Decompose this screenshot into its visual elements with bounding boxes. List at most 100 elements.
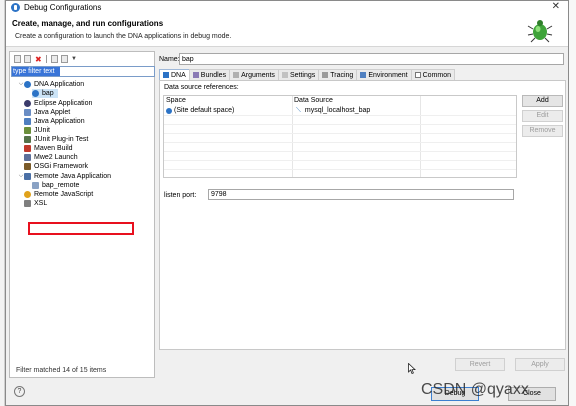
bundles-tab-icon xyxy=(192,72,199,78)
tree-item-java-application[interactable]: Java Application xyxy=(24,117,85,126)
dialog-footer: ? Debug Close xyxy=(6,380,568,405)
arguments-tab-icon xyxy=(233,72,240,78)
filter-icon[interactable] xyxy=(61,55,68,63)
table-row[interactable]: ⟍ mysql_localhost_bap xyxy=(292,106,420,115)
tab-label: Common xyxy=(422,71,452,79)
tree-item-label: OSGi Framework xyxy=(34,163,89,170)
close-button[interactable]: Close xyxy=(508,387,556,401)
debug-button[interactable]: Debug xyxy=(431,387,479,401)
highlight-annotation-box xyxy=(28,222,134,235)
tab-arguments[interactable]: Arguments xyxy=(229,69,279,80)
listen-port-input[interactable] xyxy=(208,189,514,200)
tree-item-label: JUnit xyxy=(34,127,50,134)
tab-label: Environment xyxy=(368,71,408,79)
tree-item-remote-java-application[interactable]: ⌵ Remote Java Application xyxy=(18,172,111,181)
app-icon xyxy=(24,81,31,88)
tree-item-label: bap xyxy=(42,90,54,97)
name-label: Name: xyxy=(159,56,180,63)
tree-item-remote-javascript[interactable]: Remote JavaScript xyxy=(24,190,93,199)
table-row[interactable]: (Site default space) xyxy=(164,106,292,115)
column-divider xyxy=(420,96,421,177)
column-header-space[interactable]: Space xyxy=(164,96,292,106)
tree-item-xsl[interactable]: XSL xyxy=(24,199,47,208)
tree-item-bap[interactable]: bap xyxy=(32,89,58,98)
tab-label: DNA xyxy=(171,71,186,79)
tracing-tab-icon xyxy=(322,72,329,78)
tab-common[interactable]: Common xyxy=(410,69,456,80)
settings-tab-icon xyxy=(281,72,288,78)
tree-item-junit[interactable]: JUnit xyxy=(24,126,50,135)
background-window-edge-right xyxy=(569,0,576,406)
toolbar-divider xyxy=(46,55,47,63)
row-divider xyxy=(164,124,516,125)
tab-settings[interactable]: Settings xyxy=(277,69,320,80)
bug-icon xyxy=(527,20,553,43)
mouse-pointer-icon xyxy=(408,363,416,374)
delete-config-icon[interactable]: ✖ xyxy=(34,55,42,64)
chevron-down-icon[interactable]: ▼ xyxy=(71,56,77,62)
row-divider xyxy=(164,151,516,152)
tree-item-label: JUnit Plug-in Test xyxy=(34,136,89,143)
tab-environment[interactable]: Environment xyxy=(356,69,412,80)
header-title: Create, manage, and run configurations xyxy=(12,19,164,28)
remove-button[interactable]: Remove xyxy=(522,125,563,137)
help-icon[interactable]: ? xyxy=(14,386,25,397)
tab-label: Bundles xyxy=(200,71,227,79)
tree-item-mwe2-launch[interactable]: Mwe2 Launch xyxy=(24,153,78,162)
edit-button[interactable]: Edit xyxy=(522,110,563,122)
tree-item-label: Mwe2 Launch xyxy=(34,154,78,161)
common-tab-icon xyxy=(414,72,421,78)
tree-item-label: Maven Build xyxy=(34,145,73,152)
data-source-table: Space Data Source (Site default space) ⟍… xyxy=(163,95,517,178)
row-divider xyxy=(164,160,516,161)
apply-button[interactable]: Apply xyxy=(515,358,565,371)
debug-app-icon xyxy=(11,3,20,12)
maven-icon xyxy=(24,145,31,152)
duplicate-config-icon[interactable] xyxy=(24,55,31,63)
revert-button[interactable]: Revert xyxy=(455,358,505,371)
tab-bundles[interactable]: Bundles xyxy=(188,69,231,80)
cell-data-source: mysql_localhost_bap xyxy=(304,107,371,114)
cell-space: (Site default space) xyxy=(174,107,235,114)
remote-js-icon xyxy=(24,191,31,198)
tree-item-osgi-framework[interactable]: OSGi Framework xyxy=(24,162,88,171)
config-name-input[interactable] xyxy=(179,53,564,65)
header-description: Create a configuration to launch the DNA… xyxy=(15,33,232,40)
junit-plugin-icon xyxy=(24,136,31,143)
data-source-label: Data source references: xyxy=(164,84,239,91)
tree-item-dna-application[interactable]: ⌵ DNA Application xyxy=(18,80,84,89)
column-header-data-source[interactable]: Data Source xyxy=(292,96,422,106)
space-icon xyxy=(166,107,172,114)
add-button[interactable]: Add xyxy=(522,95,563,107)
tree-item-junit-plugin-test[interactable]: JUnit Plug-in Test xyxy=(24,135,88,144)
remote-java-icon xyxy=(24,173,31,180)
mwe2-icon xyxy=(24,154,31,161)
tree-item-label: XSL xyxy=(34,200,48,207)
tree-item-java-applet[interactable]: Java Applet xyxy=(24,108,70,117)
datasource-icon: ⟍ xyxy=(296,107,301,114)
filter-status-text: Filter matched 14 of 15 items xyxy=(16,367,107,374)
launch-config-tree-panel: ✖ ▼ type filter text ⌵ DNA Application b… xyxy=(9,51,155,378)
tree-item-eclipse-application[interactable]: Eclipse Application xyxy=(24,99,92,108)
row-divider xyxy=(164,115,516,116)
tree-item-label: Java Applet xyxy=(34,109,71,116)
window-title: Debug Configurations xyxy=(24,3,102,12)
filter-input[interactable] xyxy=(11,66,155,77)
tab-tracing[interactable]: Tracing xyxy=(318,69,358,80)
eclipse-icon xyxy=(24,100,31,107)
tree-item-maven-build[interactable]: Maven Build xyxy=(24,144,73,153)
tab-label: Settings xyxy=(289,71,316,79)
dialog-header: Create, manage, and run configurations C… xyxy=(6,14,568,47)
config-icon xyxy=(32,182,39,189)
config-tabs: DNA Bundles Arguments Settings Tracing E… xyxy=(159,69,456,80)
tab-dna[interactable]: DNA xyxy=(159,69,190,80)
xsl-icon xyxy=(24,200,31,207)
collapse-all-icon[interactable] xyxy=(51,55,58,63)
tree-item-label: Eclipse Application xyxy=(34,100,93,107)
tree-item-bap-remote[interactable]: bap_remote xyxy=(32,181,79,190)
close-icon[interactable]: ✕ xyxy=(552,2,560,12)
tree-item-label: bap_remote xyxy=(42,182,80,189)
row-divider xyxy=(164,133,516,134)
new-config-icon[interactable] xyxy=(14,55,21,63)
tree-item-label: Remote JavaScript xyxy=(34,191,94,198)
